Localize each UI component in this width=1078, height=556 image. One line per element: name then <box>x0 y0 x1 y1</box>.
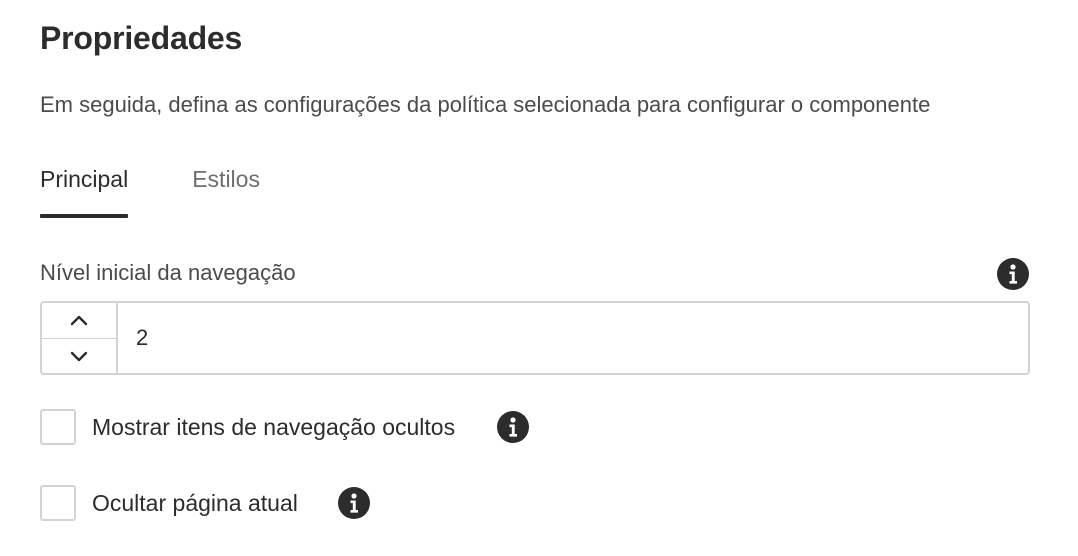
info-icon[interactable] <box>997 258 1029 290</box>
checkbox-row-show-hidden: Mostrar itens de navegação ocultos <box>40 409 455 445</box>
nav-level-input[interactable]: 2 <box>118 303 1028 373</box>
checkbox-row-hide-current: Ocultar página atual <box>40 485 298 521</box>
show-hidden-items-label[interactable]: Mostrar itens de navegação ocultos <box>92 414 455 441</box>
chevron-down-icon <box>70 351 88 361</box>
info-icon[interactable] <box>497 411 529 443</box>
stepper-increment-button[interactable] <box>42 303 116 339</box>
stepper-decrement-button[interactable] <box>42 339 116 374</box>
tab-principal[interactable]: Principal <box>40 164 129 218</box>
nav-level-label: Nível inicial da navegação <box>40 260 296 285</box>
stepper-buttons <box>42 303 118 373</box>
tab-estilos[interactable]: Estilos <box>192 164 260 216</box>
show-hidden-items-checkbox[interactable] <box>40 409 76 445</box>
hide-current-page-label[interactable]: Ocultar página atual <box>92 490 298 517</box>
chevron-up-icon <box>70 316 88 326</box>
hide-current-page-checkbox[interactable] <box>40 485 76 521</box>
info-icon[interactable] <box>338 487 370 519</box>
page-subtitle: Em seguida, defina as configurações da p… <box>40 92 931 117</box>
tab-bar: Principal Estilos <box>40 164 324 218</box>
page-title: Propriedades <box>40 20 243 56</box>
nav-level-stepper: 2 <box>40 301 1030 375</box>
